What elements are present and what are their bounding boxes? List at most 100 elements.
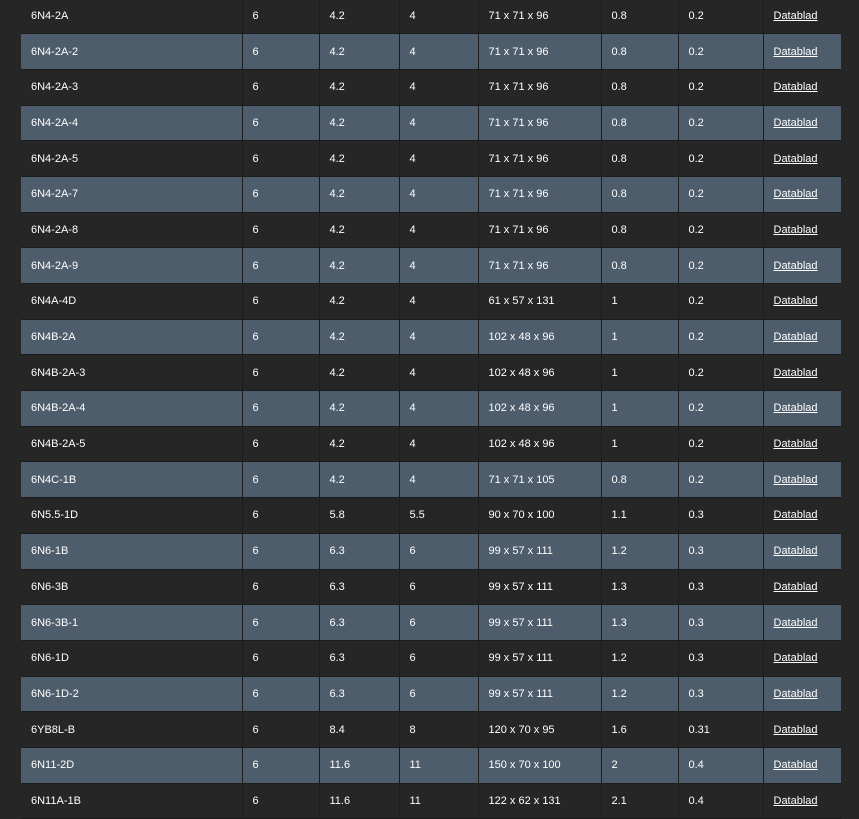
datasheet-link[interactable]: Datablad: [774, 153, 818, 165]
weight-cell: 1.3: [601, 604, 679, 641]
voltage-cell: 6: [242, 247, 320, 284]
voltage-cell: 6: [242, 69, 320, 106]
datasheet-link[interactable]: Datablad: [774, 224, 818, 236]
model-cell: 6N6-3B-1: [21, 604, 243, 641]
weight-cell: 0.8: [601, 176, 679, 213]
dimensions-cell: 71 x 71 x 96: [478, 0, 602, 35]
weight-cell: 2: [601, 747, 679, 784]
voltage-cell: 6: [242, 176, 320, 213]
datasheet-link[interactable]: Datablad: [774, 724, 818, 736]
datasheet-cell: Datablad: [763, 283, 841, 320]
datasheet-cell: Datablad: [763, 533, 841, 570]
voltage-cell: 6: [242, 604, 320, 641]
model-cell: 6N4-2A-2: [21, 33, 243, 70]
model-cell: 6N4-2A: [21, 0, 243, 35]
voltage-cell: 6: [242, 533, 320, 570]
voltage-cell: 6: [242, 783, 320, 819]
datasheet-cell: Datablad: [763, 69, 841, 106]
datasheet-cell: Datablad: [763, 711, 841, 748]
resistance-cell: 0.4: [678, 783, 764, 819]
datasheet-cell: Datablad: [763, 354, 841, 392]
datasheet-link[interactable]: Datablad: [774, 260, 818, 272]
datasheet-link[interactable]: Datablad: [774, 10, 818, 22]
dimensions-cell: 122 x 62 x 131: [478, 783, 602, 819]
dimensions-cell: 90 x 70 x 100: [478, 497, 602, 534]
resistance-cell: 0.2: [678, 461, 764, 499]
table-row: 6N6-3B-1 6 6.3 6 99 x 57 x 111 1.3 0.3 Datablad: [21, 604, 841, 641]
voltage-cell: 6: [242, 426, 320, 463]
datasheet-link[interactable]: Datablad: [774, 581, 818, 593]
datasheet-link[interactable]: Datablad: [774, 46, 818, 58]
datasheet-cell: Datablad: [763, 747, 841, 784]
dimensions-cell: 102 x 48 x 96: [478, 354, 602, 392]
weight-cell: 1.1: [601, 497, 679, 534]
datasheet-link[interactable]: Datablad: [774, 795, 818, 807]
resistance-cell: 0.3: [678, 604, 764, 641]
weight-cell: 0.8: [601, 69, 679, 106]
model-cell: 6N11A-1B: [21, 783, 243, 819]
dimensions-cell: 120 x 70 x 95: [478, 711, 602, 748]
dimensions-cell: 71 x 71 x 96: [478, 176, 602, 213]
datasheet-link[interactable]: Datablad: [774, 117, 818, 129]
weight-cell: 1: [601, 354, 679, 392]
capacity-cell: 11.6: [319, 747, 400, 784]
datasheet-link[interactable]: Datablad: [774, 474, 818, 486]
table-row: 6N4-2A-8 6 4.2 4 71 x 71 x 96 0.8 0.2 Datablad: [21, 212, 841, 249]
capacity-cell: 4.2: [319, 354, 400, 392]
datasheet-link[interactable]: Datablad: [774, 545, 818, 557]
capacity-cell: 11.6: [319, 783, 400, 819]
weight-cell: 0.8: [601, 140, 679, 177]
rated-capacity-cell: 4: [399, 390, 479, 427]
resistance-cell: 0.2: [678, 0, 764, 35]
datasheet-link[interactable]: Datablad: [774, 81, 818, 93]
model-cell: 6N4-2A-3: [21, 69, 243, 106]
dimensions-cell: 102 x 48 x 96: [478, 319, 602, 356]
datasheet-link[interactable]: Datablad: [774, 652, 818, 664]
resistance-cell: 0.4: [678, 747, 764, 784]
datasheet-cell: Datablad: [763, 0, 841, 35]
resistance-cell: 0.2: [678, 140, 764, 177]
voltage-cell: 6: [242, 711, 320, 748]
dimensions-cell: 99 x 57 x 111: [478, 569, 602, 606]
table-body: 6N4-2A 6 4.2 4 71 x 71 x 96 0.8 0.2 Datablad 6N4…: [21, 0, 841, 819]
capacity-cell: 4.2: [319, 319, 400, 356]
model-cell: 6N6-1D-2: [21, 676, 243, 713]
dimensions-cell: 150 x 70 x 100: [478, 747, 602, 784]
weight-cell: 0.8: [601, 33, 679, 70]
datasheet-cell: Datablad: [763, 176, 841, 213]
resistance-cell: 0.2: [678, 426, 764, 463]
weight-cell: 1.2: [601, 533, 679, 570]
datasheet-link[interactable]: Datablad: [774, 688, 818, 700]
datasheet-cell: Datablad: [763, 247, 841, 284]
dimensions-cell: 99 x 57 x 111: [478, 640, 602, 677]
dimensions-cell: 102 x 48 x 96: [478, 390, 602, 427]
resistance-cell: 0.31: [678, 711, 764, 748]
rated-capacity-cell: 4: [399, 461, 479, 499]
table-row: 6N4-2A-3 6 4.2 4 71 x 71 x 96 0.8 0.2 Datablad: [21, 69, 841, 106]
voltage-cell: 6: [242, 569, 320, 606]
datasheet-link[interactable]: Datablad: [774, 188, 818, 200]
rated-capacity-cell: 4: [399, 176, 479, 213]
rated-capacity-cell: 5.5: [399, 497, 479, 534]
datasheet-link[interactable]: Datablad: [774, 509, 818, 521]
voltage-cell: 6: [242, 390, 320, 427]
datasheet-link[interactable]: Datablad: [774, 438, 818, 450]
voltage-cell: 6: [242, 497, 320, 534]
datasheet-link[interactable]: Datablad: [774, 759, 818, 771]
weight-cell: 0.8: [601, 212, 679, 249]
capacity-cell: 4.2: [319, 176, 400, 213]
model-cell: 6N4-2A-8: [21, 212, 243, 249]
datasheet-link[interactable]: Datablad: [774, 617, 818, 629]
model-cell: 6N4C-1B: [21, 461, 243, 499]
model-cell: 6N4-2A-7: [21, 176, 243, 213]
datasheet-link[interactable]: Datablad: [774, 295, 818, 307]
datasheet-link[interactable]: Datablad: [774, 402, 818, 414]
datasheet-link[interactable]: Datablad: [774, 331, 818, 343]
resistance-cell: 0.2: [678, 354, 764, 392]
dimensions-cell: 99 x 57 x 111: [478, 533, 602, 570]
datasheet-cell: Datablad: [763, 33, 841, 70]
weight-cell: 2.1: [601, 783, 679, 819]
capacity-cell: 6.3: [319, 676, 400, 713]
datasheet-link[interactable]: Datablad: [774, 367, 818, 379]
voltage-cell: 6: [242, 319, 320, 356]
